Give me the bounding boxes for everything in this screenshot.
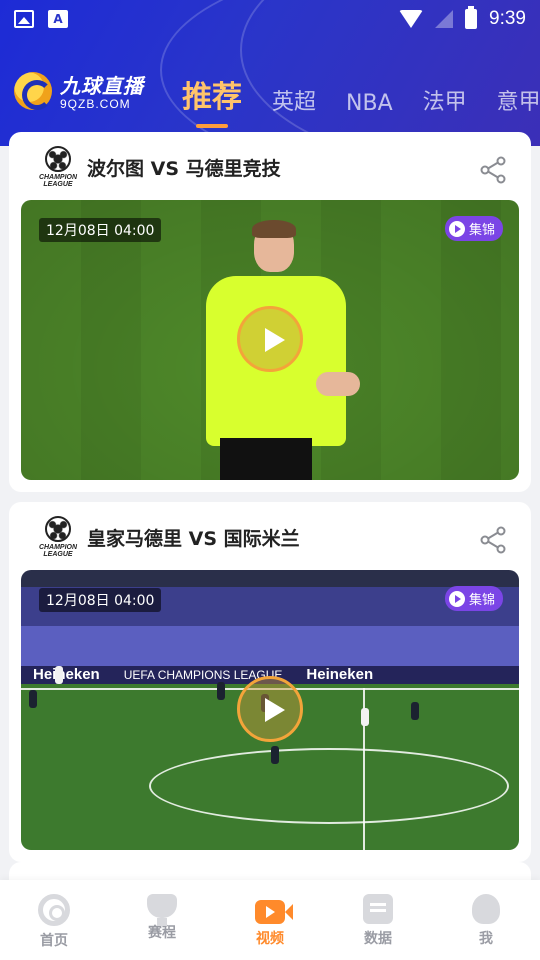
share-icon[interactable] (479, 156, 507, 184)
player-figure (361, 708, 369, 726)
nav-profile[interactable]: 我 (446, 894, 526, 948)
tab-ligue1[interactable]: 法甲 (423, 84, 467, 116)
status-time: 9:39 (489, 8, 526, 29)
play-circle-icon (448, 590, 465, 607)
app-logo-icon (14, 72, 52, 110)
nav-schedule[interactable]: 赛程 (122, 894, 202, 942)
video-card[interactable]: CHAMPION LEAGUE 皇家马德里 VS 国际米兰 Heineken UEF… (9, 502, 531, 862)
video-thumbnail[interactable]: 12月08日 04:00 集锦 (21, 200, 519, 480)
nav-video[interactable]: 视频 (230, 894, 310, 948)
home-icon (38, 894, 70, 926)
play-button-icon[interactable] (237, 676, 303, 742)
match-title: 波尔图 VS 马德里竞技 (87, 158, 281, 180)
share-icon[interactable] (479, 526, 507, 554)
match-title: 皇家马德里 VS 国际米兰 (87, 528, 300, 550)
nav-data-label: 数据 (364, 931, 392, 947)
highlights-badge: 集锦 (444, 586, 503, 611)
a-icon: A (48, 10, 68, 28)
nav-video-label: 视频 (256, 931, 284, 947)
play-circle-icon (448, 220, 465, 237)
highlights-badge: 集锦 (444, 216, 503, 241)
center-circle (149, 748, 509, 824)
player-figure (411, 702, 419, 720)
wifi-icon (399, 10, 424, 28)
champions-league-logo-icon: CHAMPION LEAGUE (37, 146, 79, 188)
battery-charging-icon (465, 6, 478, 29)
app-header: A 9:39 九球直播 9QZB.COM 推荐 英超 NBA 法甲 意甲 (0, 0, 540, 146)
tab-nba[interactable]: NBA (346, 91, 393, 116)
video-card[interactable]: CHAMPION LEAGUE 波尔图 VS 马德里竞技 12月08日 04:00 (9, 132, 531, 492)
category-tabs: 推荐 英超 NBA 法甲 意甲 (182, 72, 540, 128)
video-thumbnail[interactable]: Heineken UEFA CHAMPIONS LEAGUE Heineken 12… (21, 570, 519, 850)
nav-home[interactable]: 首页 (14, 894, 94, 950)
card-header: CHAMPION LEAGUE 波尔图 VS 马德里竞技 (9, 132, 531, 200)
play-button-icon[interactable] (237, 306, 303, 372)
highlights-label: 集锦 (468, 223, 495, 238)
champions-league-logo-icon: CHAMPION LEAGUE (37, 516, 79, 558)
nav-home-label: 首页 (40, 933, 68, 949)
profile-icon (472, 894, 500, 924)
gallery-icon (14, 10, 34, 28)
player-figure (29, 690, 37, 708)
tab-serie-a[interactable]: 意甲 (497, 84, 540, 116)
highlights-label: 集锦 (468, 593, 495, 608)
bottom-navigation: 首页 赛程 视频 数据 我 (0, 880, 540, 960)
trophy-icon (147, 894, 177, 926)
logo-cn: 九球直播 (60, 74, 144, 98)
match-date: 12月08日 04:00 (39, 218, 162, 242)
nav-data[interactable]: 数据 (338, 894, 418, 948)
tab-premier-league[interactable]: 英超 (272, 84, 316, 116)
video-icon (255, 900, 293, 924)
player-figure (55, 666, 63, 684)
data-icon (363, 894, 393, 924)
app-logo: 九球直播 9QZB.COM (60, 70, 144, 111)
tab-recommended[interactable]: 推荐 (182, 72, 242, 128)
top-bar: 九球直播 9QZB.COM 推荐 英超 NBA 法甲 意甲 (0, 64, 540, 128)
nav-profile-label: 我 (479, 931, 493, 947)
match-date: 12月08日 04:00 (39, 588, 162, 612)
card-header: CHAMPION LEAGUE 皇家马德里 VS 国际米兰 (9, 502, 531, 570)
player-figure (271, 746, 279, 764)
logo-en: 9QZB.COM (60, 97, 131, 111)
status-bar: A 9:39 (0, 0, 540, 38)
player-figure (217, 682, 225, 700)
no-signal-icon (435, 10, 454, 28)
